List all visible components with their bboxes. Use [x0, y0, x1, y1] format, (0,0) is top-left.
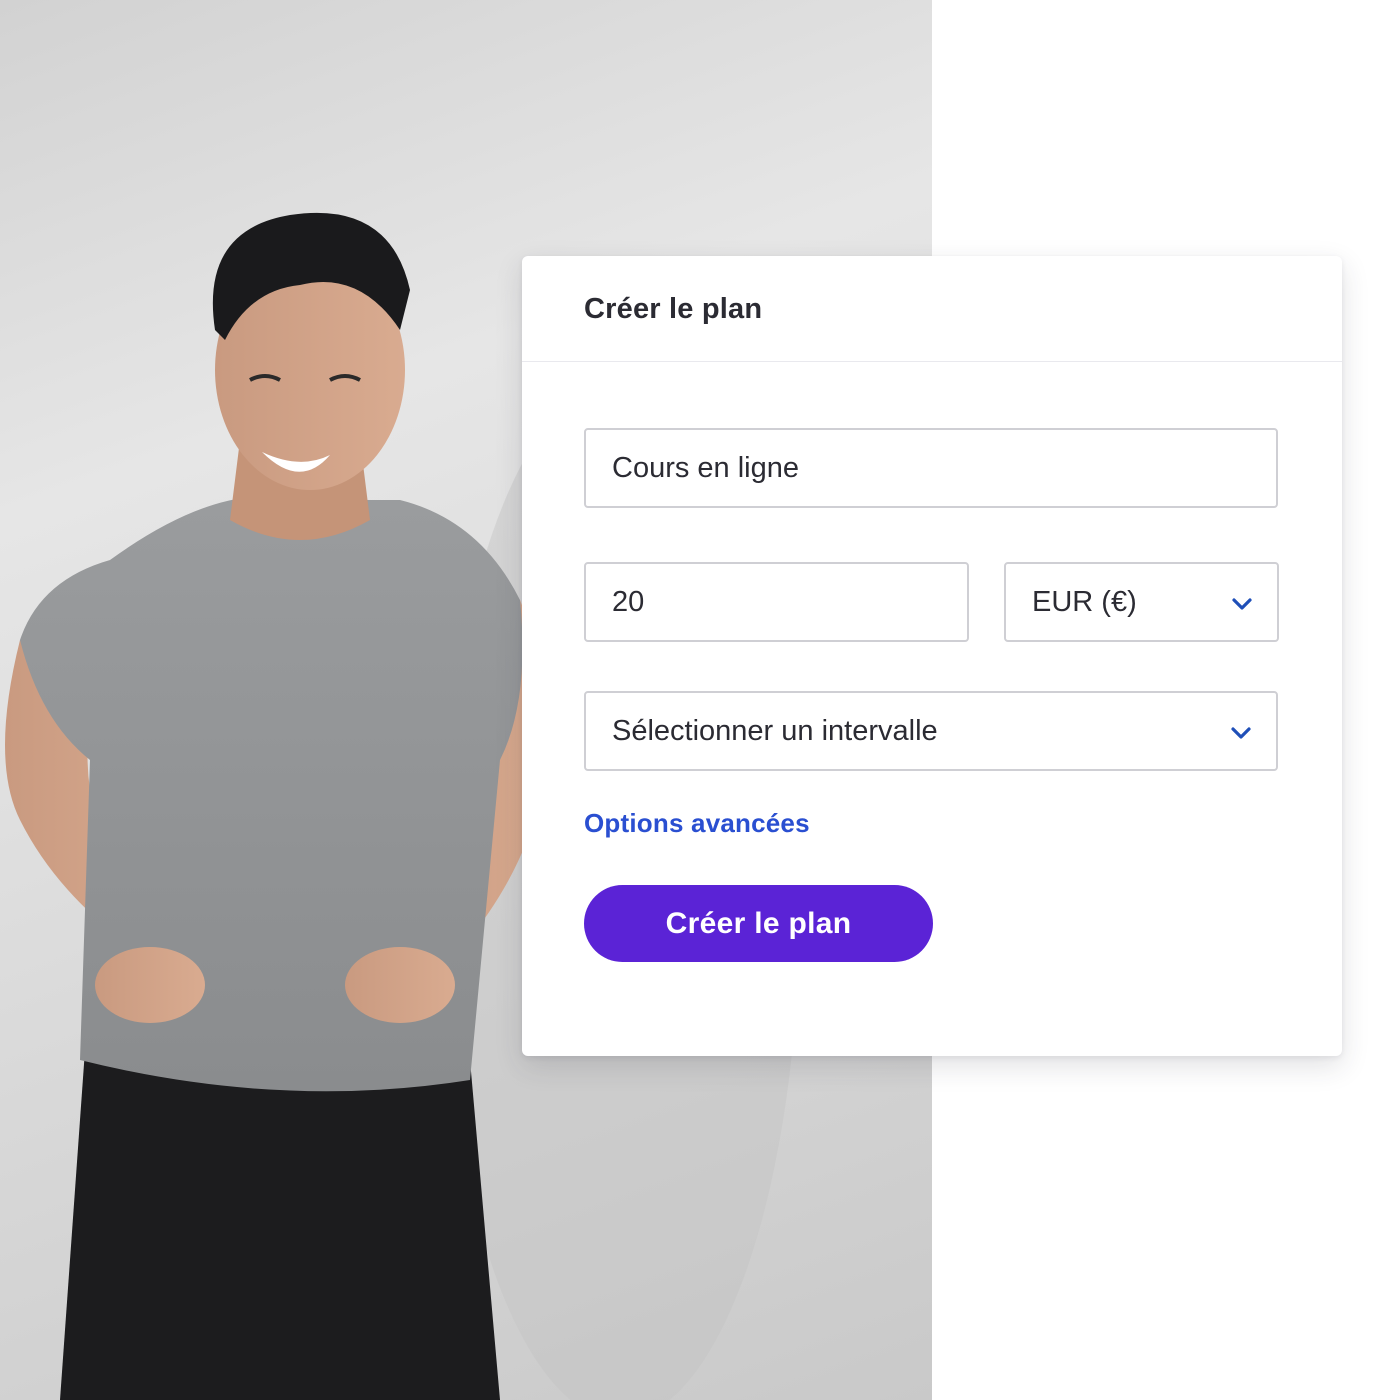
plan-name-input[interactable]: Cours en ligne [584, 428, 1278, 508]
interval-placeholder: Sélectionner un intervalle [612, 714, 938, 747]
amount-input[interactable]: 20 [584, 562, 969, 642]
chevron-down-icon [1232, 598, 1252, 610]
create-plan-button-label: Créer le plan [665, 906, 852, 940]
currency-selected-value: EUR (€) [1032, 585, 1137, 618]
interval-select[interactable]: Sélectionner un intervalle [584, 691, 1278, 771]
currency-select[interactable]: EUR (€) [1004, 562, 1279, 642]
page: Créer le plan Cours en ligne 20 EUR (€) … [0, 0, 1400, 1400]
create-plan-card: Créer le plan Cours en ligne 20 EUR (€) … [522, 256, 1342, 1056]
card-header: Créer le plan [522, 256, 1342, 362]
chevron-down-icon [1231, 727, 1251, 739]
amount-value: 20 [612, 585, 645, 618]
card-title: Créer le plan [584, 293, 763, 325]
create-plan-button[interactable]: Créer le plan [584, 885, 933, 962]
advanced-options-link[interactable]: Options avancées [584, 808, 810, 839]
plan-name-value: Cours en ligne [612, 451, 799, 484]
